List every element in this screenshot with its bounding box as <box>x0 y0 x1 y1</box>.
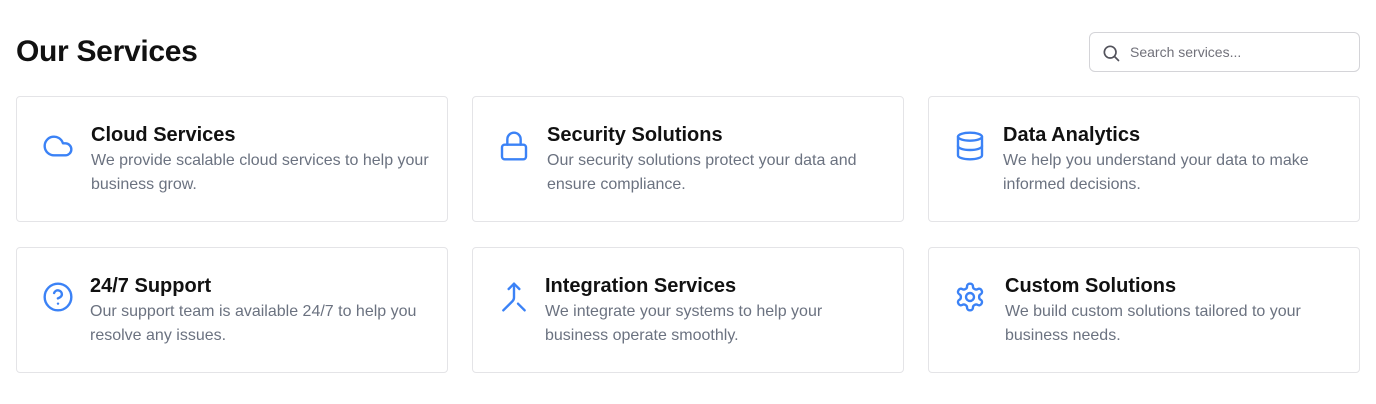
service-title: Security Solutions <box>547 124 723 146</box>
service-description: We help you understand your data to make… <box>1003 152 1309 193</box>
search-input[interactable] <box>1130 33 1354 71</box>
service-title: Integration Services <box>545 275 737 297</box>
page-header: Our Services <box>16 32 1360 72</box>
lock-icon <box>497 129 531 163</box>
merge-icon <box>497 280 531 314</box>
services-grid: Cloud Services We provide scalable cloud… <box>16 96 1360 373</box>
cloud-icon <box>41 129 75 163</box>
service-description: Our security solutions protect your data… <box>547 152 857 193</box>
database-icon <box>953 129 987 163</box>
service-title: Data Analytics <box>1003 124 1141 146</box>
help-circle-icon <box>41 280 75 314</box>
service-card-security[interactable]: Security Solutions Our security solution… <box>472 96 904 222</box>
page-title: Our Services <box>16 35 198 68</box>
service-card-analytics[interactable]: Data Analytics We help you understand yo… <box>928 96 1360 222</box>
service-title: 24/7 Support <box>90 275 212 297</box>
service-description: We provide scalable cloud services to he… <box>91 152 429 193</box>
search-icon <box>1101 43 1121 63</box>
service-card-cloud[interactable]: Cloud Services We provide scalable cloud… <box>16 96 448 222</box>
service-card-integration[interactable]: Integration Services We integrate your s… <box>472 247 904 373</box>
search-box[interactable] <box>1089 32 1360 72</box>
service-description: We build custom solutions tailored to yo… <box>1005 303 1301 344</box>
service-card-support[interactable]: 24/7 Support Our support team is availab… <box>16 247 448 373</box>
service-card-custom[interactable]: Custom Solutions We build custom solutio… <box>928 247 1360 373</box>
service-description: We integrate your systems to help your b… <box>545 303 823 344</box>
gear-icon <box>953 280 987 314</box>
service-title: Cloud Services <box>91 124 236 146</box>
service-description: Our support team is available 24/7 to he… <box>90 303 417 344</box>
service-title: Custom Solutions <box>1005 275 1177 297</box>
